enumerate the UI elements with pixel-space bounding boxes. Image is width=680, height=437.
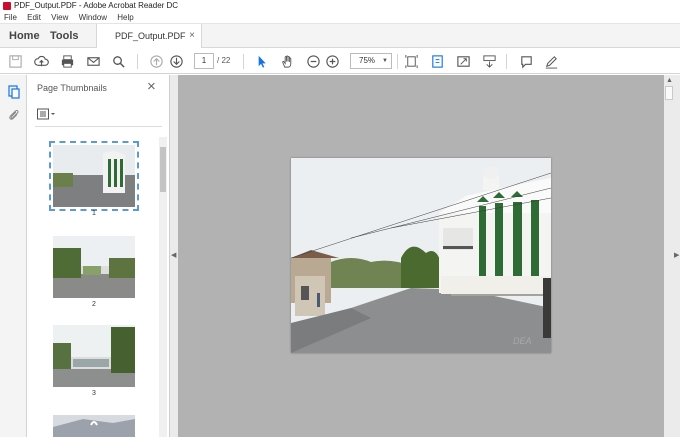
chevron-down-icon: ▼ xyxy=(382,58,388,64)
document-tab-label: PDF_Output.PDF xyxy=(115,31,186,41)
thumbnail-page-1[interactable] xyxy=(53,145,135,207)
zoom-level-select[interactable]: 75% ▼ xyxy=(350,53,392,69)
right-panel-handle[interactable]: ▶ ▲ xyxy=(664,75,680,437)
close-tab-icon[interactable]: × xyxy=(189,24,195,48)
comment-icon[interactable] xyxy=(517,52,535,70)
thumbnail-page-4[interactable] xyxy=(53,415,135,437)
left-navigation-rail xyxy=(0,75,27,437)
chevron-left-icon: ◀ xyxy=(171,252,177,259)
document-scrollbar-thumb[interactable] xyxy=(665,86,673,100)
search-icon[interactable] xyxy=(109,52,127,70)
menu-window[interactable]: Window xyxy=(75,12,111,24)
hand-icon[interactable] xyxy=(278,52,296,70)
thumbnail-label: 1 xyxy=(92,210,96,217)
zoom-out-icon[interactable] xyxy=(304,52,322,70)
title-bar: PDF_Output.PDF - Adobe Acrobat Reader DC xyxy=(0,0,680,12)
print-icon[interactable] xyxy=(58,52,76,70)
thumbnail-scrollbar[interactable] xyxy=(159,137,167,437)
panel-divider xyxy=(35,126,162,127)
scroll-mode-icon[interactable] xyxy=(428,52,446,70)
zoom-value: 75% xyxy=(359,56,376,65)
svg-text:DEA: DEA xyxy=(513,336,532,346)
select-cursor-icon[interactable] xyxy=(252,52,270,70)
fit-page-icon[interactable] xyxy=(402,52,420,70)
menu-help[interactable]: Help xyxy=(113,12,137,24)
attachment-icon[interactable] xyxy=(7,108,21,122)
page-thumbnails-panel: Page Thumbnails × 1 2 3 xyxy=(27,75,170,437)
sign-icon[interactable] xyxy=(542,52,560,70)
thumbnail-options-menu[interactable] xyxy=(37,107,57,120)
save-icon[interactable] xyxy=(6,52,24,70)
upload-icon[interactable] xyxy=(32,52,50,70)
tab-tools[interactable]: Tools xyxy=(50,24,79,48)
page-down-icon[interactable] xyxy=(167,52,185,70)
acrobat-app-icon xyxy=(3,2,11,10)
toolbar-separator xyxy=(506,54,507,69)
menu-view[interactable]: View xyxy=(47,12,72,24)
toolbar-separator xyxy=(137,54,138,69)
close-icon[interactable]: × xyxy=(147,79,156,94)
document-viewport[interactable]: DEA xyxy=(178,75,664,437)
toolbar-separator xyxy=(397,54,398,69)
window-title: PDF_Output.PDF - Adobe Acrobat Reader DC xyxy=(14,1,179,10)
menu-bar: File Edit View Window Help xyxy=(0,12,680,24)
panel-title: Page Thumbnails xyxy=(37,83,107,93)
scroll-up-icon[interactable]: ▲ xyxy=(666,77,673,84)
toolbar-separator xyxy=(243,54,244,69)
menu-file[interactable]: File xyxy=(0,12,21,24)
tab-home[interactable]: Home xyxy=(9,24,40,48)
panel-collapse-handle[interactable]: ◀ xyxy=(170,75,178,437)
tab-document[interactable]: PDF_Output.PDF × xyxy=(96,24,202,49)
thumbnail-page-3[interactable] xyxy=(53,325,135,387)
thumbnail-label: 2 xyxy=(92,301,96,308)
fullscreen-icon[interactable] xyxy=(454,52,472,70)
read-mode-icon[interactable] xyxy=(480,52,498,70)
pdf-page-image: DEA xyxy=(291,158,551,353)
tab-bar: Home Tools PDF_Output.PDF × xyxy=(0,24,680,49)
menu-edit[interactable]: Edit xyxy=(23,12,45,24)
thumbnail-page-2[interactable] xyxy=(53,236,135,298)
page-thumbnails-icon[interactable] xyxy=(7,85,21,99)
zoom-in-icon[interactable] xyxy=(323,52,341,70)
thumbnail-label: 3 xyxy=(92,390,96,397)
page-total: / 22 xyxy=(217,56,231,65)
page-up-icon[interactable] xyxy=(147,52,165,70)
scrollbar-thumb[interactable] xyxy=(160,147,166,192)
page-number-input[interactable]: 1 xyxy=(194,53,214,69)
chevron-right-icon: ▶ xyxy=(674,252,680,259)
email-icon[interactable] xyxy=(84,52,102,70)
